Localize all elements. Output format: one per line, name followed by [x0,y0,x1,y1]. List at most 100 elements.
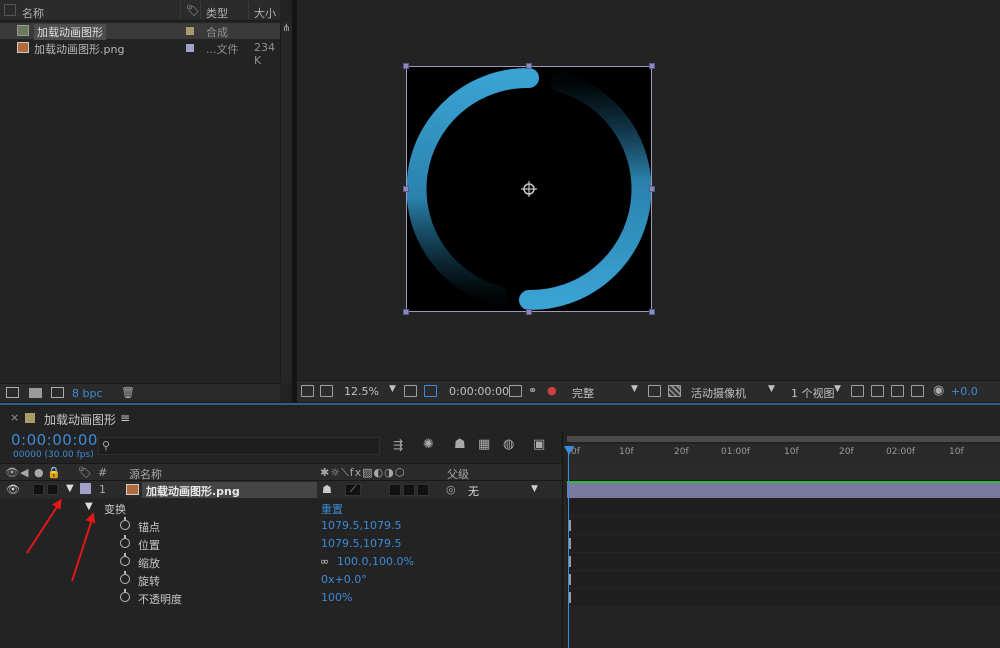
mask-visibility-icon[interactable] [424,385,437,397]
region-of-interest-icon[interactable] [648,385,661,397]
switches-icons[interactable]: ✱☼⟍fx▨◐◑⬡ [320,466,405,480]
column-size[interactable]: 大小 [254,5,276,21]
project-scrollbar[interactable]: ⋔ [280,21,292,383]
shy-switch-icon[interactable]: ☗ [322,483,332,496]
chevron-down-icon[interactable]: ▼ [631,384,638,394]
expand-layer-triangle-icon[interactable]: ▼ [66,483,74,494]
layer-duration-bar[interactable] [567,481,1000,498]
parent-dropdown[interactable]: 无 [468,483,479,499]
column-name[interactable]: 名称 [22,5,44,21]
transform-handle[interactable] [403,186,409,192]
graph-editor-icon[interactable]: ▣ [533,437,545,452]
draft-3d-icon[interactable]: ✺ [423,437,434,452]
property-value[interactable]: 100.0,100.0% [337,555,414,568]
time-ruler[interactable]: 0f 10f 20f 01:00f 10f 20f 02:00f 10f [567,444,1000,462]
composition-canvas[interactable] [403,63,655,315]
timeline-icon[interactable] [891,385,904,397]
shy-layers-icon[interactable]: ☗ [454,437,466,452]
work-area-bar[interactable] [567,436,1000,442]
transform-reset-link[interactable]: 重置 [321,501,343,517]
stopwatch-icon[interactable] [120,535,130,548]
keyframe-marker-icon[interactable] [569,556,571,567]
keyframe-marker-icon[interactable] [569,592,571,603]
transform-handle[interactable] [649,186,655,192]
exposure-value[interactable]: +0.0 [951,385,978,398]
camera-dropdown[interactable]: 活动摄像机 [691,385,746,401]
audio-icon[interactable]: ◀ [20,466,28,479]
chevron-down-icon[interactable]: ▼ [768,384,775,394]
snapshot-icon[interactable] [509,385,522,397]
trash-icon[interactable]: 🗑 [121,386,135,399]
comp-mini-flowchart-icon[interactable]: ⇶ [393,438,403,452]
timeline-tab-title[interactable]: 加载动画图形 [44,411,116,428]
column-source-name[interactable]: 源名称 [129,466,162,482]
chevron-down-icon[interactable]: ▼ [389,384,396,394]
layer-search-input[interactable]: ⚲ [98,437,380,455]
property-value[interactable]: 1079.5,1079.5 [321,537,401,550]
current-time-indicator[interactable] [568,448,569,648]
property-value[interactable]: 100% [321,591,352,604]
layer-name[interactable]: 加载动画图形.png [146,483,240,499]
stopwatch-icon[interactable] [120,553,130,566]
property-value[interactable]: 1079.5,1079.5 [321,519,401,532]
bit-depth-button[interactable]: 8 bpc [72,387,103,400]
stopwatch-icon[interactable] [120,517,130,530]
switch-box[interactable] [403,484,415,496]
flowchart-icon[interactable] [911,385,924,397]
transform-handle[interactable] [403,63,409,69]
project-item-png[interactable]: 加载动画图形.png ...文件 234 K [0,40,280,67]
layer-label-swatch[interactable] [80,483,91,494]
layer-row[interactable]: 👁 ▼ 1 加载动画图形.png ☗ ⟋ ◎ 无 ▼ [0,481,562,499]
eye-icon[interactable]: 👁 [6,483,20,496]
constrain-proportions-link-icon[interactable]: ∞ [320,555,329,568]
column-parent[interactable]: 父级 [447,466,469,482]
transform-handle[interactable] [403,309,409,315]
quality-switch-icon[interactable]: ⟋ [345,484,361,496]
flowchart-icon[interactable]: ⋔ [282,23,290,34]
viewer-timecode[interactable]: 0:00:00:00 [449,385,509,398]
column-type[interactable]: 类型 [206,5,228,21]
current-time-display[interactable]: 0:00:00:00 [11,431,98,449]
grid-guide-icon[interactable] [404,385,417,397]
transform-handle[interactable] [649,63,655,69]
interpret-footage-icon[interactable] [6,387,19,398]
resolution-dropdown[interactable]: 完整 [572,385,594,401]
switch-box[interactable] [417,484,429,496]
solo-icon[interactable]: ● [34,466,44,479]
lock-icon[interactable]: 🔒 [47,466,61,479]
stopwatch-icon[interactable] [120,571,130,584]
transform-handle[interactable] [649,309,655,315]
channel-icon[interactable]: ● [547,384,557,397]
pick-whip-icon[interactable]: ◎ [446,483,456,496]
label-color-swatch[interactable] [186,44,194,52]
switch-box[interactable] [389,484,401,496]
transform-group-row[interactable]: ▼ 变换 重置 [0,499,562,517]
transform-handle[interactable] [526,63,532,69]
show-snapshot-icon[interactable]: ⚭ [528,384,537,397]
keyframe-marker-icon[interactable] [569,574,571,585]
close-icon[interactable]: × [10,411,19,424]
eye-icon[interactable]: 👁 [5,466,19,479]
label-color-swatch[interactable] [186,27,194,35]
motion-blur-icon[interactable]: ◍ [503,437,514,452]
chevron-down-icon[interactable]: ▼ [531,484,538,494]
new-composition-icon[interactable] [51,387,64,398]
zoom-dropdown[interactable]: 12.5% [344,385,379,398]
frame-blending-icon[interactable]: ▦ [478,437,490,452]
toggle-pixel-aspect-icon[interactable] [851,385,864,397]
reset-exposure-icon[interactable]: ◉ [933,383,944,398]
panel-menu-icon[interactable]: ≡ [120,411,130,425]
keyframe-marker-icon[interactable] [569,538,571,549]
fast-preview-icon[interactable] [871,385,884,397]
property-value[interactable]: 0x+0.0° [321,573,367,586]
new-folder-icon[interactable] [29,388,42,398]
always-preview-icon[interactable] [301,385,314,397]
stopwatch-icon[interactable] [120,589,130,602]
chevron-down-icon[interactable]: ▼ [834,384,841,394]
label-icon[interactable]: 🏷 [78,466,92,479]
project-item-comp[interactable]: 加载动画图形 合成 [0,23,280,40]
lock-box[interactable] [47,484,58,495]
transform-handle[interactable] [526,309,532,315]
solo-box[interactable] [33,484,44,495]
current-time-indicator-head[interactable] [564,446,574,455]
